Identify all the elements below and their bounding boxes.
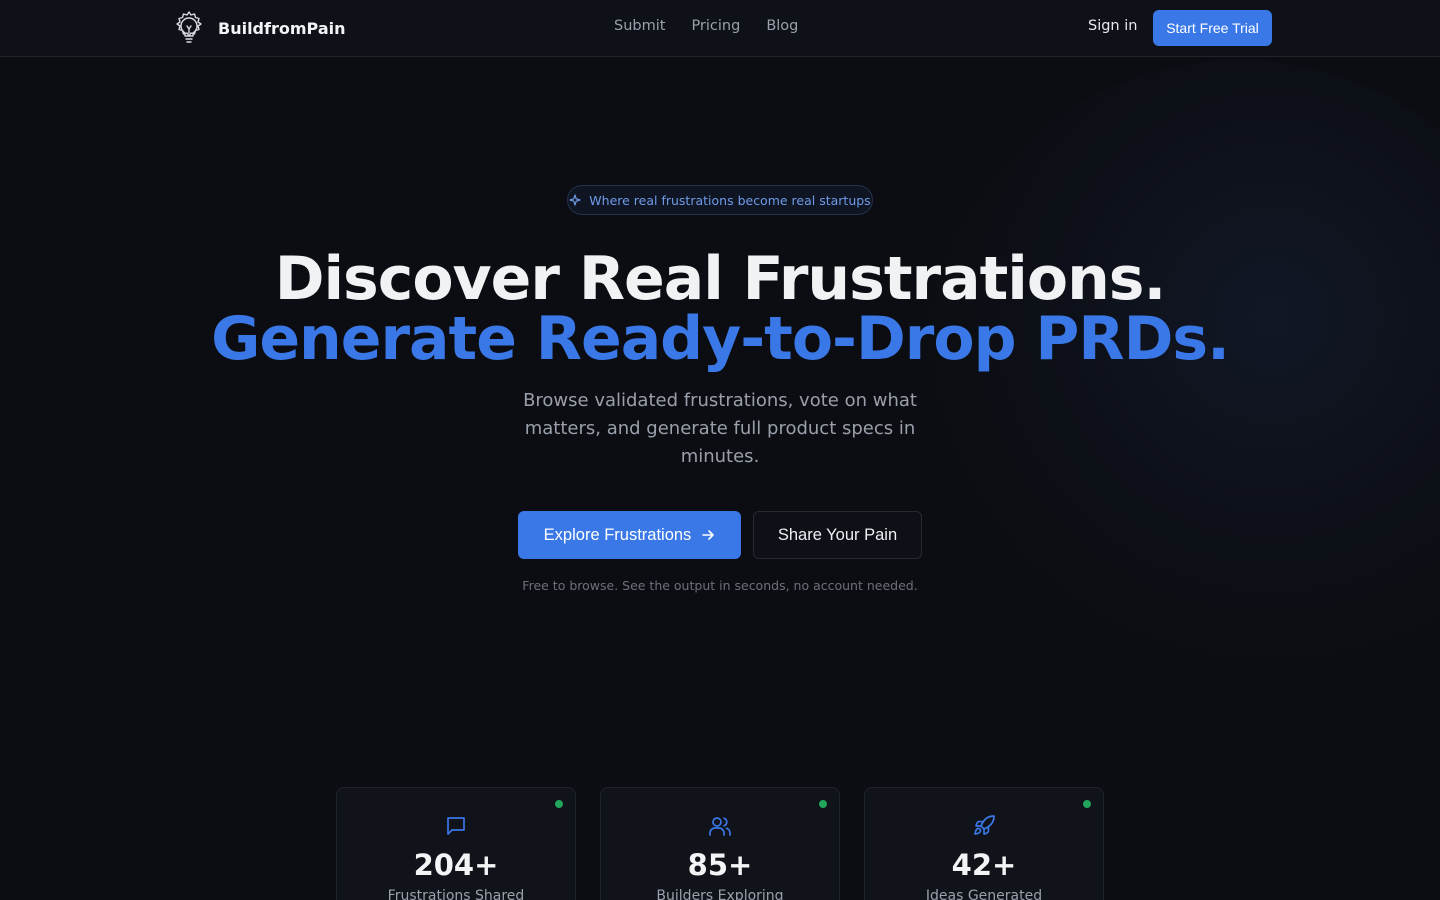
share-your-pain-button[interactable]: Share Your Pain bbox=[753, 511, 922, 559]
rocket-icon bbox=[974, 815, 995, 835]
stat-value: 85+ bbox=[687, 848, 753, 882]
start-free-trial-button[interactable]: Start Free Trial bbox=[1153, 10, 1272, 46]
stat-label: Frustrations Shared bbox=[387, 888, 525, 900]
arrow-right-icon bbox=[702, 530, 715, 540]
status-dot bbox=[1083, 800, 1091, 808]
stat-card-frustrations: 204+ Frustrations Shared bbox=[336, 787, 576, 900]
nav-link-blog[interactable]: Blog bbox=[766, 18, 798, 34]
hero-title-line2: Generate Ready-to-Drop PRDs. bbox=[211, 304, 1230, 374]
main-nav: Submit Pricing Blog bbox=[614, 18, 824, 34]
tagline-badge: Where real frustrations become real star… bbox=[567, 185, 873, 215]
stat-card-builders: 85+ Builders Exploring bbox=[600, 787, 840, 900]
hero-subtitle: Browse validated frustrations, vote on w… bbox=[523, 390, 917, 467]
stat-value: 42+ bbox=[951, 848, 1017, 882]
sparkle-icon bbox=[569, 194, 581, 206]
lightbulb-gear-icon bbox=[176, 11, 202, 43]
sign-in-link[interactable]: Sign in bbox=[1088, 18, 1137, 34]
stat-value: 204+ bbox=[413, 848, 499, 882]
stat-card-ideas: 42+ Ideas Generated bbox=[864, 787, 1104, 900]
tagline-text: Where real frustrations become real star… bbox=[589, 192, 871, 208]
hero-footnote: Free to browse. See the output in second… bbox=[522, 578, 918, 593]
nav-link-pricing[interactable]: Pricing bbox=[691, 18, 740, 34]
status-dot bbox=[555, 800, 563, 808]
explore-frustrations-button[interactable]: Explore Frustrations bbox=[518, 511, 741, 559]
nav-link-submit[interactable]: Submit bbox=[614, 18, 665, 34]
status-dot bbox=[819, 800, 827, 808]
top-navbar: BuildfromPain Submit Pricing Blog Sign i… bbox=[0, 0, 1440, 57]
explore-frustrations-label: Explore Frustrations bbox=[543, 525, 692, 544]
landing-page: BuildfromPain Submit Pricing Blog Sign i… bbox=[0, 0, 1440, 900]
brand-logo-link[interactable]: BuildfromPain bbox=[170, 9, 346, 47]
stat-label: Ideas Generated bbox=[925, 888, 1043, 900]
brand-name: BuildfromPain bbox=[218, 18, 346, 38]
hero-title-line1: Discover Real Frustrations. bbox=[274, 244, 1167, 314]
stat-label: Builders Exploring bbox=[656, 888, 784, 900]
message-square-icon bbox=[447, 817, 465, 835]
background-glow bbox=[920, 60, 1440, 700]
users-icon bbox=[709, 817, 731, 836]
